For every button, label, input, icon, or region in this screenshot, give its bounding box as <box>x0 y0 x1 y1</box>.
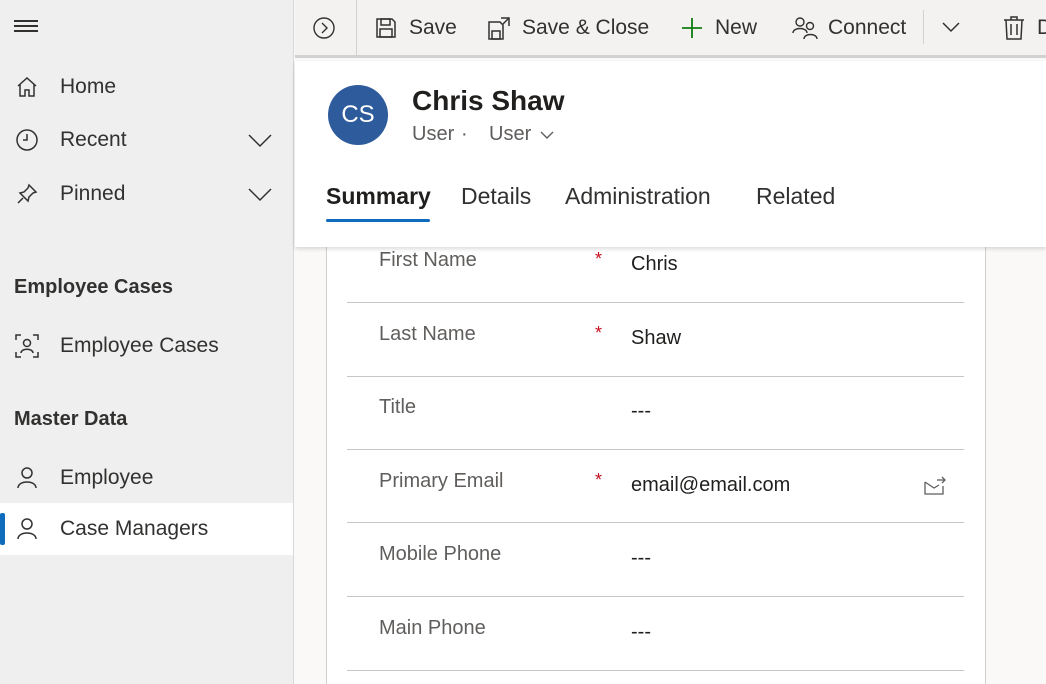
chevron-down-icon <box>540 131 554 139</box>
sidebar-item-label: Employee Cases <box>60 334 219 357</box>
sidebar-item-label: Case Managers <box>60 517 209 540</box>
connect-people-icon <box>792 15 818 41</box>
form-body: First Name * Chris Last Name * Shaw Titl… <box>295 247 1046 684</box>
sidebar-item-home[interactable]: Home <box>0 61 293 113</box>
person-icon <box>14 465 40 491</box>
form-selector-label: User <box>489 123 532 145</box>
field-label: Title <box>379 396 417 418</box>
mobile-phone-field[interactable]: --- <box>631 547 651 570</box>
person-icon <box>14 516 40 542</box>
chevron-down-icon[interactable] <box>246 184 274 204</box>
toolbar-divider <box>356 0 357 56</box>
tab-details[interactable]: Details <box>461 183 531 210</box>
clock-icon <box>14 127 40 153</box>
sidebar-item-label: Home <box>60 75 117 98</box>
field-row-mobile-phone: Mobile Phone --- <box>347 523 964 597</box>
field-label: First Name <box>379 249 477 271</box>
save-button[interactable]: Save <box>373 10 457 46</box>
summary-section: First Name * Chris Last Name * Shaw Titl… <box>326 247 986 684</box>
form-selector[interactable]: User <box>489 123 555 146</box>
sitemap-sidebar: Home Recent Pinned Employee Cases Employ… <box>0 0 294 684</box>
avatar: CS <box>328 85 388 145</box>
plus-icon <box>679 15 705 41</box>
field-label: Last Name <box>379 323 476 345</box>
tab-related[interactable]: Related <box>756 183 835 210</box>
entity-name: User <box>412 123 455 145</box>
field-row-main-phone: Main Phone --- <box>347 597 964 671</box>
header-separator: · <box>461 123 468 145</box>
trash-icon <box>1001 15 1027 41</box>
first-name-field[interactable]: Chris <box>631 253 678 276</box>
active-tab-indicator <box>326 219 430 222</box>
save-close-icon <box>486 15 512 41</box>
go-back-icon[interactable] <box>312 16 336 40</box>
title-field[interactable]: --- <box>631 400 651 423</box>
hamburger-menu-icon[interactable] <box>14 20 38 34</box>
last-name-field[interactable]: Shaw <box>631 327 681 350</box>
connect-button[interactable]: Connect <box>792 10 906 46</box>
sidebar-section-title: Employee Cases <box>14 276 173 298</box>
send-email-icon[interactable] <box>923 474 947 498</box>
home-icon <box>14 74 40 100</box>
sidebar-item-case-managers[interactable]: Case Managers <box>0 503 293 555</box>
field-label: Main Phone <box>379 617 486 639</box>
sidebar-item-employee-cases[interactable]: Employee Cases <box>0 320 293 372</box>
pin-icon <box>14 181 40 207</box>
sidebar-item-pinned[interactable]: Pinned <box>0 168 293 220</box>
sidebar-section-title: Master Data <box>14 408 128 430</box>
primary-email-field[interactable]: email@email.com <box>631 474 790 497</box>
field-label: Mobile Phone <box>379 543 502 565</box>
field-row-last-name: Last Name * Shaw <box>347 303 964 377</box>
delete-button[interactable]: D <box>1001 10 1046 46</box>
more-commands-chevron-icon[interactable] <box>940 17 962 37</box>
tab-administration[interactable]: Administration <box>565 183 711 210</box>
sidebar-item-recent[interactable]: Recent <box>0 114 293 166</box>
sidebar-item-employee[interactable]: Employee <box>0 452 293 504</box>
command-bar: Save Save & Close New Connect D <box>295 0 1046 58</box>
tab-summary[interactable]: Summary <box>326 183 431 210</box>
required-indicator: * <box>595 470 603 490</box>
sidebar-item-label: Employee <box>60 466 154 489</box>
field-row-title: Title --- <box>347 377 964 450</box>
save-icon <box>373 15 399 41</box>
sidebar-item-label: Pinned <box>60 182 126 205</box>
required-indicator: * <box>595 323 603 343</box>
chevron-down-icon[interactable] <box>246 130 274 150</box>
main-phone-field[interactable]: --- <box>631 621 651 644</box>
field-label: Primary Email <box>379 470 504 492</box>
sidebar-item-label: Recent <box>60 128 127 151</box>
save-and-close-button[interactable]: Save & Close <box>486 10 649 46</box>
required-indicator: * <box>595 249 603 269</box>
toolbar-divider <box>923 10 924 44</box>
contact-card-icon <box>14 333 40 359</box>
new-button[interactable]: New <box>679 10 757 46</box>
field-row-primary-email: Primary Email * email@email.com <box>347 450 964 523</box>
record-header: CS Chris Shaw User · User Summary Detail… <box>295 61 1046 247</box>
record-title: Chris Shaw <box>412 85 565 116</box>
